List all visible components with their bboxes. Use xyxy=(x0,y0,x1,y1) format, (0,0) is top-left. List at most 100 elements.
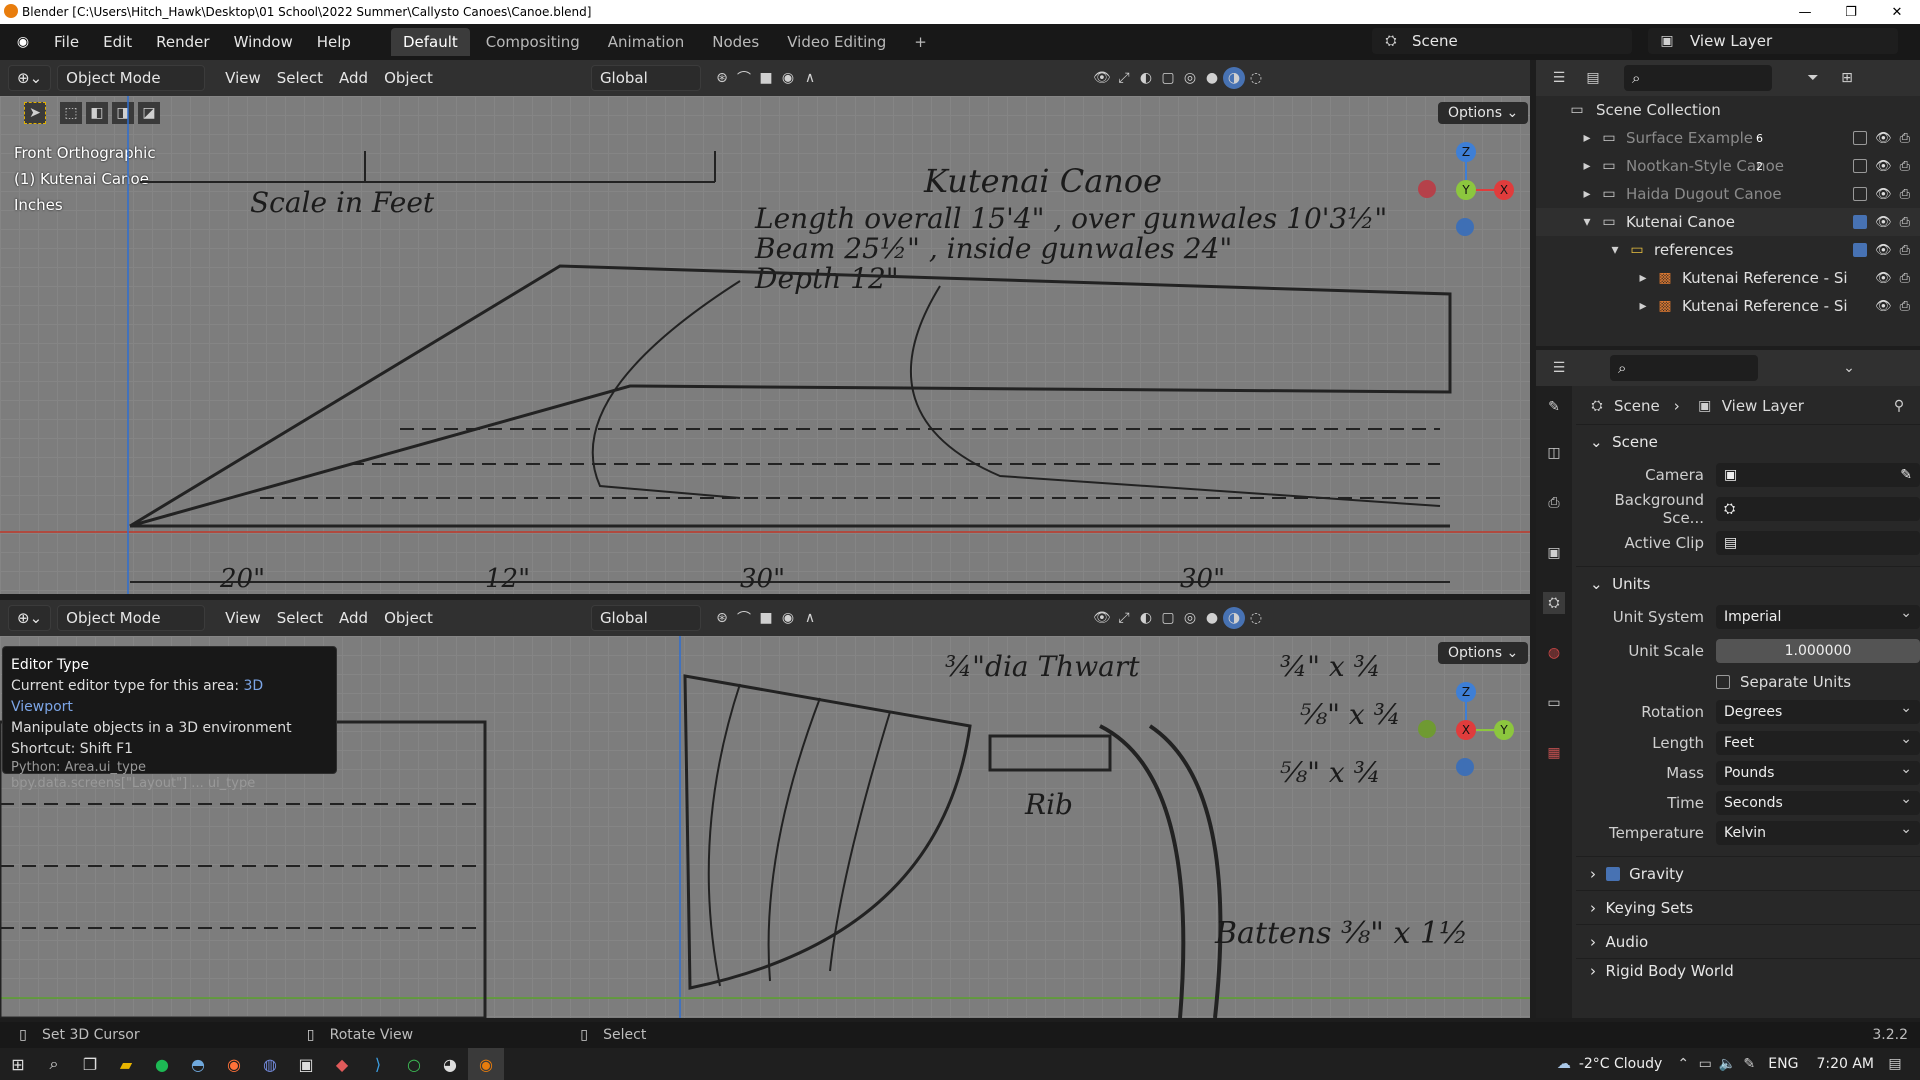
camera-render-icon[interactable]: ⎙ xyxy=(1900,187,1910,202)
output-tab-icon[interactable]: ⎙ xyxy=(1543,492,1565,514)
editor-type-button-2[interactable]: ⊕⌄ xyxy=(8,605,52,631)
snap-target-icon-2[interactable]: ■ xyxy=(755,607,777,629)
menu-render[interactable]: Render xyxy=(156,33,209,51)
tab-compositing[interactable]: Compositing xyxy=(474,28,592,56)
view-layer-tab-icon[interactable]: ▣ xyxy=(1543,542,1565,564)
outliner-item[interactable]: ▸ ▭ Nootkan-Style Canoe 2 👁 ⎙ xyxy=(1536,152,1920,180)
scene-section-header[interactable]: ⌄ Scene xyxy=(1576,424,1920,458)
outliner-item[interactable]: ▸ ▩ Kutenai Reference - Si 👁 ⎙ xyxy=(1536,264,1920,292)
outliner-item[interactable]: ▸ ▭ Haida Dugout Canoe 👁 ⎙ xyxy=(1536,180,1920,208)
material-shading-icon-2[interactable]: ◑ xyxy=(1222,607,1245,629)
outliner-editor-icon[interactable]: ☰ xyxy=(1548,67,1570,89)
github-icon[interactable]: ◕ xyxy=(432,1048,468,1080)
outliner-item[interactable]: ▾ ▭ Kutenai Canoe 👁 ⎙ xyxy=(1536,208,1920,236)
proportional-edit-icon-2[interactable]: ◉ xyxy=(777,607,799,629)
menu-file[interactable]: File xyxy=(54,33,79,51)
tab-default[interactable]: Default xyxy=(390,28,470,56)
exclude-checkbox[interactable] xyxy=(1853,159,1868,173)
length-dropdown[interactable]: Feet xyxy=(1716,731,1920,755)
tool-tab-icon[interactable]: ✎ xyxy=(1543,396,1565,418)
wireframe-shading-icon[interactable]: ◎ xyxy=(1179,67,1201,89)
unit-system-dropdown[interactable]: Imperial xyxy=(1716,605,1920,629)
editor-type-button[interactable]: ⊕⌄ xyxy=(8,65,52,91)
proportional-edit-icon[interactable]: ◉ xyxy=(777,67,799,89)
expand-toggle-icon[interactable]: ▾ xyxy=(1576,211,1598,233)
overlay-icon[interactable]: ◐ xyxy=(1135,67,1157,89)
select-menu[interactable]: Select xyxy=(269,65,331,91)
camera-render-icon[interactable]: ⎙ xyxy=(1900,159,1910,174)
display-mode-icon[interactable]: ▤ xyxy=(1582,67,1604,89)
unit-scale-field[interactable]: 1.000000 xyxy=(1716,639,1920,663)
tab-nodes[interactable]: Nodes xyxy=(700,28,771,56)
task-view-icon[interactable]: ❐ xyxy=(72,1048,108,1080)
pivot-icon[interactable]: ⊛ xyxy=(711,67,733,89)
minimize-button[interactable]: — xyxy=(1782,0,1828,24)
gravity-checkbox[interactable] xyxy=(1605,866,1620,881)
object-menu-2[interactable]: Object xyxy=(376,605,441,631)
solid-shading-icon[interactable]: ● xyxy=(1201,67,1223,89)
gizmo-y[interactable]: Y xyxy=(1456,180,1476,200)
expand-toggle-icon[interactable]: ▾ xyxy=(1604,239,1626,261)
tab-animation[interactable]: Animation xyxy=(596,28,696,56)
gizmo-y-2[interactable]: Y xyxy=(1494,720,1514,740)
units-section-header[interactable]: ⌄ Units xyxy=(1576,566,1920,600)
outliner-item[interactable]: ▸ ▭ Surface Example 6 👁 ⎙ xyxy=(1536,124,1920,152)
camera-render-icon[interactable]: ⎙ xyxy=(1900,215,1910,230)
mode-dropdown-2[interactable]: Object Mode xyxy=(57,605,206,631)
mode-dropdown[interactable]: Object Mode xyxy=(57,65,206,91)
expand-toggle-icon[interactable]: ▸ xyxy=(1576,155,1598,177)
camera-render-icon[interactable]: ⎙ xyxy=(1900,131,1910,146)
steam-icon[interactable]: ◓ xyxy=(180,1048,216,1080)
eye-icon[interactable]: 👁 xyxy=(1875,215,1892,230)
chevron-down-icon[interactable]: ⌄ xyxy=(1838,357,1860,379)
vscode-icon[interactable]: ⟩ xyxy=(360,1048,396,1080)
select-menu-2[interactable]: Select xyxy=(269,605,331,631)
keying-sets-section-header[interactable]: › Keying Sets xyxy=(1576,890,1920,924)
navigation-gizmo-2[interactable]: Z X Y xyxy=(1414,682,1514,776)
eye-icon[interactable]: 👁 xyxy=(1875,271,1892,286)
background-scene-field[interactable]: ⛭ xyxy=(1716,497,1920,521)
new-collection-icon[interactable]: ⊞ xyxy=(1836,67,1858,89)
pin-icon[interactable]: ⚲ xyxy=(1888,395,1910,417)
xray-icon-2[interactable]: ▢ xyxy=(1157,607,1179,629)
exclude-checkbox[interactable] xyxy=(1853,243,1868,257)
view-menu-2[interactable]: View xyxy=(217,605,269,631)
discord-icon[interactable]: ◍ xyxy=(252,1048,288,1080)
notifications-icon[interactable]: ▤ xyxy=(1884,1053,1906,1075)
expand-toggle-icon[interactable]: ▸ xyxy=(1632,295,1654,317)
eye-icon[interactable]: 👁 xyxy=(1875,159,1892,174)
camera-render-icon[interactable]: ⎙ xyxy=(1900,271,1910,286)
gizmo-neg-y-2[interactable] xyxy=(1418,720,1436,738)
view-menu[interactable]: View xyxy=(217,65,269,91)
snap-icon[interactable]: ⌒ xyxy=(733,67,755,89)
scene-selector[interactable]: ⛭ Scene xyxy=(1372,28,1632,54)
mass-dropdown[interactable]: Pounds xyxy=(1716,761,1920,785)
volume-icon[interactable]: 🔈 xyxy=(1716,1053,1738,1075)
outliner-item[interactable]: ▾ ▭ references 👁 ⎙ xyxy=(1536,236,1920,264)
transform-orientation-dropdown-2[interactable]: Global xyxy=(590,605,701,631)
snap-target-icon[interactable]: ■ xyxy=(755,67,777,89)
firefox-icon[interactable]: ◉ xyxy=(216,1048,252,1080)
overlay-icon-2[interactable]: ◐ xyxy=(1135,607,1157,629)
gizmo-neg-z[interactable] xyxy=(1456,218,1474,236)
blender-menu-icon[interactable]: ◉ xyxy=(12,31,34,53)
outliner-search[interactable]: ⌕ xyxy=(1624,65,1772,91)
spotify-icon[interactable]: ● xyxy=(144,1048,180,1080)
network-icon[interactable]: ▭ xyxy=(1694,1053,1716,1075)
expand-toggle-icon[interactable]: ▸ xyxy=(1632,267,1654,289)
app-icon-1[interactable]: ▣ xyxy=(288,1048,324,1080)
file-explorer-icon[interactable]: ▰ xyxy=(108,1048,144,1080)
weather-text[interactable]: -2°C Cloudy xyxy=(1579,1056,1662,1072)
gizmo-z-2[interactable]: Z xyxy=(1456,682,1476,702)
rendered-shading-icon[interactable]: ◌ xyxy=(1245,67,1267,89)
gizmo-z[interactable]: Z xyxy=(1456,142,1476,162)
outliner-item[interactable]: ▸ ▩ Kutenai Reference - Si 👁 ⎙ xyxy=(1536,292,1920,320)
gizmo-toggle-icon-2[interactable]: ⤢ xyxy=(1113,607,1135,629)
expand-toggle-icon[interactable]: ▸ xyxy=(1576,183,1598,205)
temperature-dropdown[interactable]: Kelvin xyxy=(1716,821,1920,845)
expand-toggle-icon[interactable]: ▸ xyxy=(1576,127,1598,149)
camera-render-icon[interactable]: ⎙ xyxy=(1900,299,1910,314)
menu-edit[interactable]: Edit xyxy=(103,33,132,51)
gizmo-x-2[interactable]: X xyxy=(1456,720,1476,740)
navigation-gizmo[interactable]: Z Y X xyxy=(1414,142,1514,236)
